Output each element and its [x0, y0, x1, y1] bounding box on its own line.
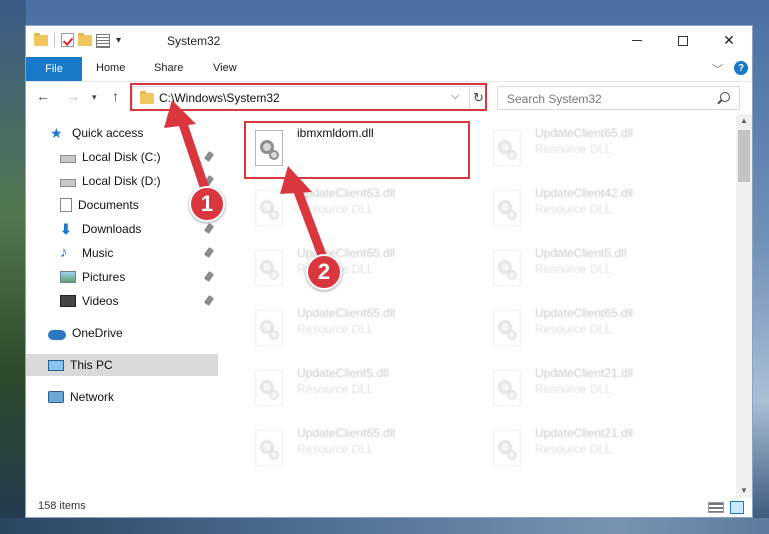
- step-2-badge: 2: [306, 254, 342, 290]
- arrow-head-step-2: [280, 166, 312, 194]
- arrow-head-step-1: [164, 100, 196, 128]
- arrow-step-1: [176, 113, 212, 200]
- annotation-arrows: [164, 100, 328, 263]
- arrow-step-2: [291, 181, 328, 263]
- step-1-badge: 1: [189, 186, 225, 222]
